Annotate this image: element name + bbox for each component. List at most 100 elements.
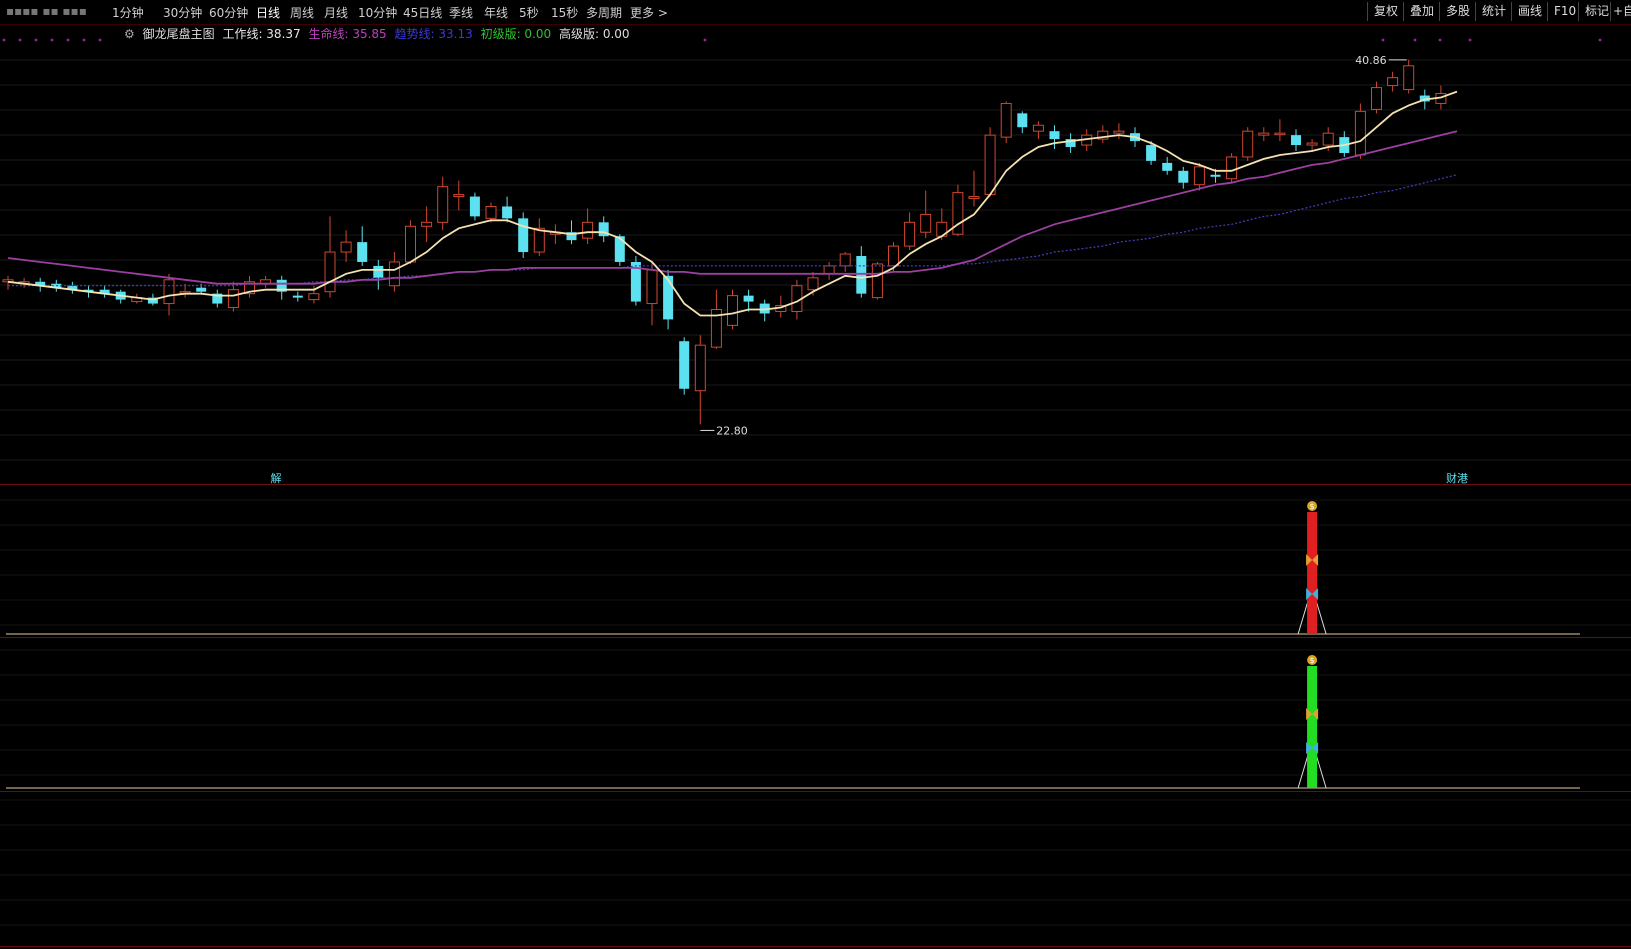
candle[interactable]: [823, 261, 835, 280]
candle[interactable]: [791, 279, 803, 320]
candle[interactable]: [646, 261, 658, 326]
candle[interactable]: [1146, 141, 1157, 165]
candle[interactable]: [1193, 162, 1205, 191]
period-quarterly[interactable]: 季线: [449, 4, 473, 21]
candle[interactable]: [1306, 139, 1318, 151]
candle[interactable]: [502, 196, 513, 223]
candle[interactable]: [1226, 152, 1238, 183]
candle[interactable]: [163, 273, 175, 316]
sub-pane-2[interactable]: $: [6, 655, 1580, 789]
period-1min[interactable]: 1分钟: [112, 4, 144, 21]
candle[interactable]: [1162, 156, 1173, 175]
candle[interactable]: [179, 283, 191, 298]
candle[interactable]: [1113, 123, 1125, 140]
candle[interactable]: [308, 285, 320, 304]
settings-icon[interactable]: ⚙: [124, 27, 135, 41]
indicator-name[interactable]: 御龙尾盘主图: [143, 27, 215, 41]
candle[interactable]: [485, 202, 497, 223]
kline-chart[interactable]: 40.86 22.80 解 财港 $ $: [0, 0, 1631, 949]
period-60min[interactable]: 60分钟: [209, 4, 248, 21]
candle[interactable]: [759, 299, 770, 322]
period-daily[interactable]: 日线: [256, 4, 280, 21]
candle[interactable]: [743, 289, 754, 312]
candle[interactable]: [18, 277, 30, 288]
period-multi[interactable]: 多周期: [586, 4, 622, 21]
period-5sec[interactable]: 5秒: [519, 4, 539, 21]
candle[interactable]: [292, 291, 303, 302]
candle[interactable]: [630, 256, 641, 306]
candle[interactable]: [51, 279, 62, 292]
candle[interactable]: [1354, 103, 1366, 159]
candle[interactable]: [549, 224, 561, 245]
candle[interactable]: [518, 212, 529, 258]
candle[interactable]: [453, 180, 465, 211]
candle[interactable]: [533, 218, 545, 257]
candle[interactable]: [582, 208, 594, 245]
candle[interactable]: [196, 283, 207, 294]
candle[interactable]: [437, 176, 449, 231]
candle[interactable]: [952, 184, 964, 237]
candle[interactable]: [131, 293, 143, 304]
pane-divider-2[interactable]: [0, 637, 1631, 638]
candle[interactable]: [147, 293, 158, 306]
candle[interactable]: [1000, 101, 1012, 144]
candle[interactable]: [1435, 85, 1447, 110]
candle[interactable]: [1322, 127, 1334, 151]
candle[interactable]: [1130, 127, 1140, 148]
candle[interactable]: [1274, 119, 1286, 142]
sub-pane-1[interactable]: $: [6, 501, 1580, 635]
period-yearly[interactable]: 年线: [484, 4, 508, 21]
signal-bar[interactable]: [1307, 512, 1318, 634]
period-more[interactable]: 更多 >: [630, 4, 668, 21]
candle[interactable]: [260, 275, 272, 288]
signal-label-right[interactable]: 财港: [1446, 471, 1468, 485]
period-45day[interactable]: 45日线: [403, 4, 442, 21]
candle[interactable]: [340, 230, 352, 262]
candle[interactable]: [373, 259, 384, 290]
candle[interactable]: [904, 212, 916, 251]
candle[interactable]: [710, 289, 722, 350]
candle[interactable]: [984, 127, 996, 197]
candle[interactable]: [839, 252, 851, 272]
signal-bar[interactable]: [1307, 666, 1318, 788]
candle[interactable]: [2, 275, 14, 290]
candle[interactable]: [67, 281, 78, 294]
period-monthly[interactable]: 月线: [324, 4, 348, 21]
candle[interactable]: [35, 277, 46, 292]
candle[interactable]: [1258, 127, 1270, 142]
candle[interactable]: [1210, 168, 1221, 183]
candle[interactable]: [99, 285, 110, 298]
candle[interactable]: [920, 190, 932, 239]
candle[interactable]: [1242, 127, 1254, 161]
candle[interactable]: [405, 220, 416, 264]
candle[interactable]: [856, 246, 867, 298]
candle[interactable]: [598, 216, 609, 243]
candle[interactable]: [807, 271, 819, 296]
candle[interactable]: [1032, 121, 1044, 140]
adjust-button[interactable]: 复权: [1367, 2, 1404, 21]
candle[interactable]: [227, 281, 239, 312]
candle[interactable]: [663, 269, 674, 330]
candle[interactable]: [1419, 89, 1430, 110]
candle[interactable]: [1291, 129, 1301, 151]
overlay-button[interactable]: 叠加: [1403, 2, 1440, 21]
period-weekly[interactable]: 周线: [290, 4, 314, 21]
candle[interactable]: [775, 295, 787, 318]
candle[interactable]: [244, 275, 255, 298]
candle[interactable]: [936, 208, 948, 241]
candle[interactable]: [871, 261, 883, 300]
signal-label-left[interactable]: 解: [271, 471, 282, 485]
candle[interactable]: [566, 220, 577, 245]
multi-stock-button[interactable]: 多股: [1439, 2, 1476, 21]
candle[interactable]: [1097, 125, 1109, 144]
candle[interactable]: [276, 275, 287, 300]
stats-button[interactable]: 统计: [1475, 2, 1512, 21]
candle[interactable]: [727, 289, 738, 330]
candle[interactable]: [614, 234, 625, 266]
custom-button[interactable]: +自: [1610, 2, 1631, 21]
candle[interactable]: [1049, 125, 1060, 150]
candle[interactable]: [968, 170, 980, 207]
candle[interactable]: [1403, 59, 1415, 94]
candlesticks[interactable]: [2, 59, 1447, 425]
candle[interactable]: [421, 206, 433, 243]
